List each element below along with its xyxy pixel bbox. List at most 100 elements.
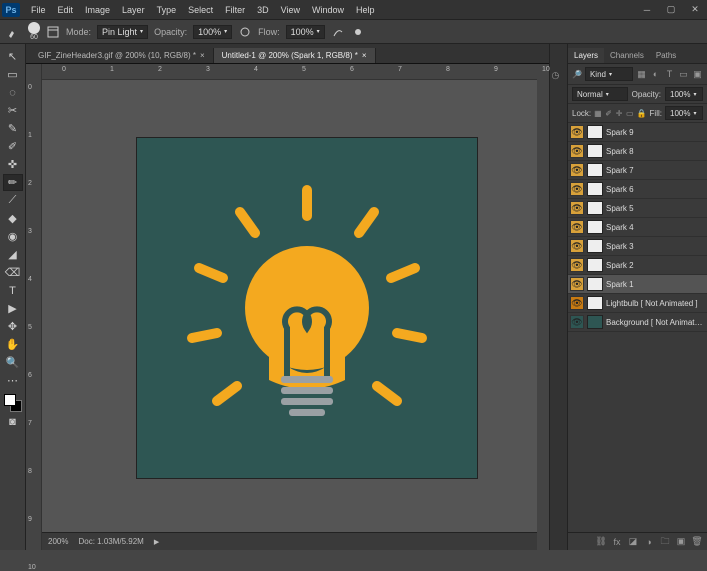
- layer-name[interactable]: Spark 4: [606, 223, 704, 232]
- tool-10[interactable]: ◉: [3, 228, 23, 245]
- fill-input[interactable]: 100%▾: [665, 106, 703, 120]
- layer-thumbnail[interactable]: [587, 258, 603, 272]
- lock-pixels-icon[interactable]: ▦: [594, 108, 602, 119]
- layer-thumbnail[interactable]: [587, 144, 603, 158]
- filter-pixel-icon[interactable]: ▦: [636, 69, 647, 80]
- layer-thumbnail[interactable]: [587, 125, 603, 139]
- flow-input[interactable]: 100%▾: [286, 25, 325, 39]
- menu-3d[interactable]: 3D: [252, 3, 274, 17]
- tool-16[interactable]: ✋: [3, 336, 23, 353]
- pressure-size-icon[interactable]: [351, 25, 365, 39]
- tool-4[interactable]: ✎: [3, 120, 23, 137]
- menu-image[interactable]: Image: [80, 3, 115, 17]
- layer-mask-icon[interactable]: ◪: [627, 536, 639, 548]
- layer-thumbnail[interactable]: [587, 296, 603, 310]
- tool-3[interactable]: ✂: [3, 102, 23, 119]
- tool-18[interactable]: ⋯: [3, 372, 23, 389]
- layer-name[interactable]: Spark 1: [606, 280, 704, 289]
- artboard[interactable]: [137, 138, 477, 478]
- airbrush-icon[interactable]: [331, 25, 345, 39]
- tool-7[interactable]: ✏: [3, 174, 23, 191]
- menu-file[interactable]: File: [26, 3, 51, 17]
- close-tab-icon[interactable]: ×: [200, 51, 205, 60]
- visibility-toggle[interactable]: 👁: [570, 277, 584, 291]
- opacity-input[interactable]: 100%▾: [193, 25, 232, 39]
- menu-help[interactable]: Help: [351, 3, 380, 17]
- visibility-toggle[interactable]: 👁: [570, 296, 584, 310]
- layer-row[interactable]: 👁 Spark 3: [568, 237, 707, 256]
- layer-name[interactable]: Spark 2: [606, 261, 704, 270]
- layer-name[interactable]: Lightbulb [ Not Animated ]: [606, 299, 704, 308]
- visibility-toggle[interactable]: 👁: [570, 182, 584, 196]
- layer-row[interactable]: 👁 Spark 9: [568, 123, 707, 142]
- lock-all-icon[interactable]: 🔒: [637, 108, 647, 119]
- layer-opacity-input[interactable]: 100%▾: [665, 87, 703, 101]
- layer-row[interactable]: 👁 Spark 4: [568, 218, 707, 237]
- tool-5[interactable]: ✐: [3, 138, 23, 155]
- horizontal-ruler[interactable]: 012345678910: [42, 64, 537, 80]
- layer-row[interactable]: 👁 Spark 1: [568, 275, 707, 294]
- maximize-button[interactable]: ▢: [661, 4, 681, 16]
- layer-row[interactable]: 👁 Spark 2: [568, 256, 707, 275]
- vertical-ruler[interactable]: 012345678910: [26, 64, 42, 550]
- layer-thumbnail[interactable]: [587, 201, 603, 215]
- filter-smart-icon[interactable]: ▣: [692, 69, 703, 80]
- tool-13[interactable]: T: [3, 282, 23, 299]
- layer-row[interactable]: 👁Spark 7: [568, 161, 707, 180]
- layer-row[interactable]: 👁 Lightbulb [ Not Animated ]: [568, 294, 707, 313]
- tool-12[interactable]: ⌫: [3, 264, 23, 281]
- layer-name[interactable]: Spark 5: [606, 204, 704, 213]
- visibility-toggle[interactable]: 👁: [570, 144, 584, 158]
- tool-9[interactable]: ◆: [3, 210, 23, 227]
- delete-layer-icon[interactable]: 🗑: [691, 536, 703, 548]
- menu-layer[interactable]: Layer: [117, 3, 150, 17]
- close-button[interactable]: ✕: [685, 4, 705, 16]
- canvas-viewport[interactable]: [42, 80, 537, 532]
- filter-adjust-icon[interactable]: ◐: [650, 69, 661, 80]
- visibility-toggle[interactable]: 👁: [570, 239, 584, 253]
- layer-row[interactable]: 👁 Spark 5: [568, 199, 707, 218]
- visibility-toggle[interactable]: 👁: [570, 125, 584, 139]
- layer-name[interactable]: Spark 6: [606, 185, 704, 194]
- visibility-toggle[interactable]: 👁: [570, 220, 584, 234]
- layer-name[interactable]: Background [ Not Animated ]: [606, 318, 704, 327]
- menu-view[interactable]: View: [276, 3, 305, 17]
- quick-mask-button[interactable]: ◙: [3, 413, 23, 430]
- tool-8[interactable]: ⟋: [3, 192, 23, 209]
- layer-thumbnail[interactable]: [587, 277, 603, 291]
- layer-name[interactable]: Spark 8: [606, 147, 704, 156]
- visibility-toggle[interactable]: 👁: [570, 201, 584, 215]
- tool-1[interactable]: ▭: [3, 66, 23, 83]
- filter-shape-icon[interactable]: ▭: [678, 69, 689, 80]
- zoom-level[interactable]: 200%: [48, 537, 68, 546]
- tab-paths[interactable]: Paths: [650, 48, 682, 63]
- visibility-toggle[interactable]: 👁: [570, 258, 584, 272]
- blend-mode-select[interactable]: Pin Light▾: [97, 25, 148, 39]
- brush-panel-icon[interactable]: [46, 25, 60, 39]
- doc-size[interactable]: Doc: 1.03M/5.92M: [78, 537, 143, 546]
- brush-preset-picker[interactable]: 60: [28, 22, 40, 41]
- layer-row[interactable]: 👁 Spark 8: [568, 142, 707, 161]
- layer-name[interactable]: Spark 9: [606, 128, 704, 137]
- tool-6[interactable]: ✜: [3, 156, 23, 173]
- layer-fx-icon[interactable]: fx: [611, 536, 623, 548]
- menu-window[interactable]: Window: [307, 3, 349, 17]
- layer-name[interactable]: Spark 7: [606, 166, 704, 175]
- document-tab[interactable]: Untitled-1 @ 200% (Spark 1, RGB/8) *×: [214, 48, 376, 63]
- tool-2[interactable]: ◌: [3, 84, 23, 101]
- tool-preset-picker[interactable]: [4, 23, 22, 41]
- lock-artboard-icon[interactable]: ▭: [626, 108, 634, 119]
- new-layer-icon[interactable]: ▣: [675, 536, 687, 548]
- history-panel-icon[interactable]: ◷: [552, 70, 566, 84]
- document-tab[interactable]: GIF_ZineHeader3.gif @ 200% (10, RGB/8) *…: [30, 48, 214, 63]
- layer-name[interactable]: Spark 3: [606, 242, 704, 251]
- filter-kind-select[interactable]: Kind▾: [585, 67, 633, 81]
- tool-0[interactable]: ↖: [3, 48, 23, 65]
- tab-layers[interactable]: Layers: [568, 48, 604, 63]
- menu-filter[interactable]: Filter: [220, 3, 250, 17]
- layer-thumbnail[interactable]: [587, 220, 603, 234]
- layer-thumbnail[interactable]: [587, 315, 603, 329]
- status-menu-icon[interactable]: ▶: [154, 538, 159, 546]
- minimize-button[interactable]: ─: [637, 4, 657, 16]
- adjustment-layer-icon[interactable]: ◑: [643, 536, 655, 548]
